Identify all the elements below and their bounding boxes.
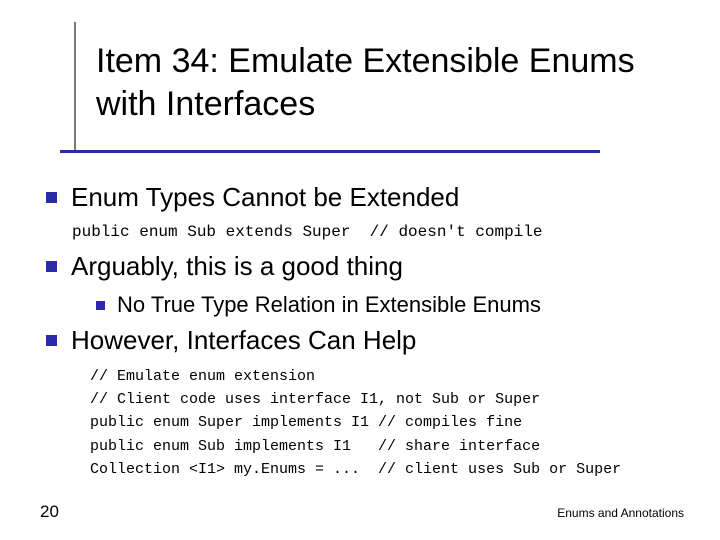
page-number: 20 (40, 502, 59, 522)
footer-label: Enums and Annotations (557, 506, 684, 520)
slide: Item 34: Emulate Extensible Enums with I… (0, 0, 720, 540)
title-underline (60, 150, 600, 153)
slide-title: Item 34: Emulate Extensible Enums with I… (60, 40, 680, 125)
sub-bullet-wrap: No True Type Relation in Extensible Enum… (96, 291, 690, 319)
point-2a: No True Type Relation in Extensible Enum… (117, 291, 541, 319)
point-3: However, Interfaces Can Help (71, 324, 416, 357)
square-bullet-icon (46, 192, 57, 203)
point-2: Arguably, this is a good thing (71, 250, 403, 283)
bullet-row: No True Type Relation in Extensible Enum… (96, 291, 690, 319)
slide-body: Enum Types Cannot be Extended public enu… (46, 175, 690, 481)
square-bullet-icon (46, 261, 57, 272)
square-bullet-icon (46, 335, 57, 346)
bullet-row: Arguably, this is a good thing (46, 250, 690, 283)
bullet-row: Enum Types Cannot be Extended (46, 181, 690, 214)
code-snippet-1: public enum Sub extends Super // doesn't… (72, 220, 690, 245)
square-bullet-icon (96, 301, 105, 310)
code-snippet-2: // Emulate enum extension // Client code… (90, 365, 690, 481)
point-1: Enum Types Cannot be Extended (71, 181, 459, 214)
bullet-row: However, Interfaces Can Help (46, 324, 690, 357)
title-block: Item 34: Emulate Extensible Enums with I… (60, 40, 680, 125)
